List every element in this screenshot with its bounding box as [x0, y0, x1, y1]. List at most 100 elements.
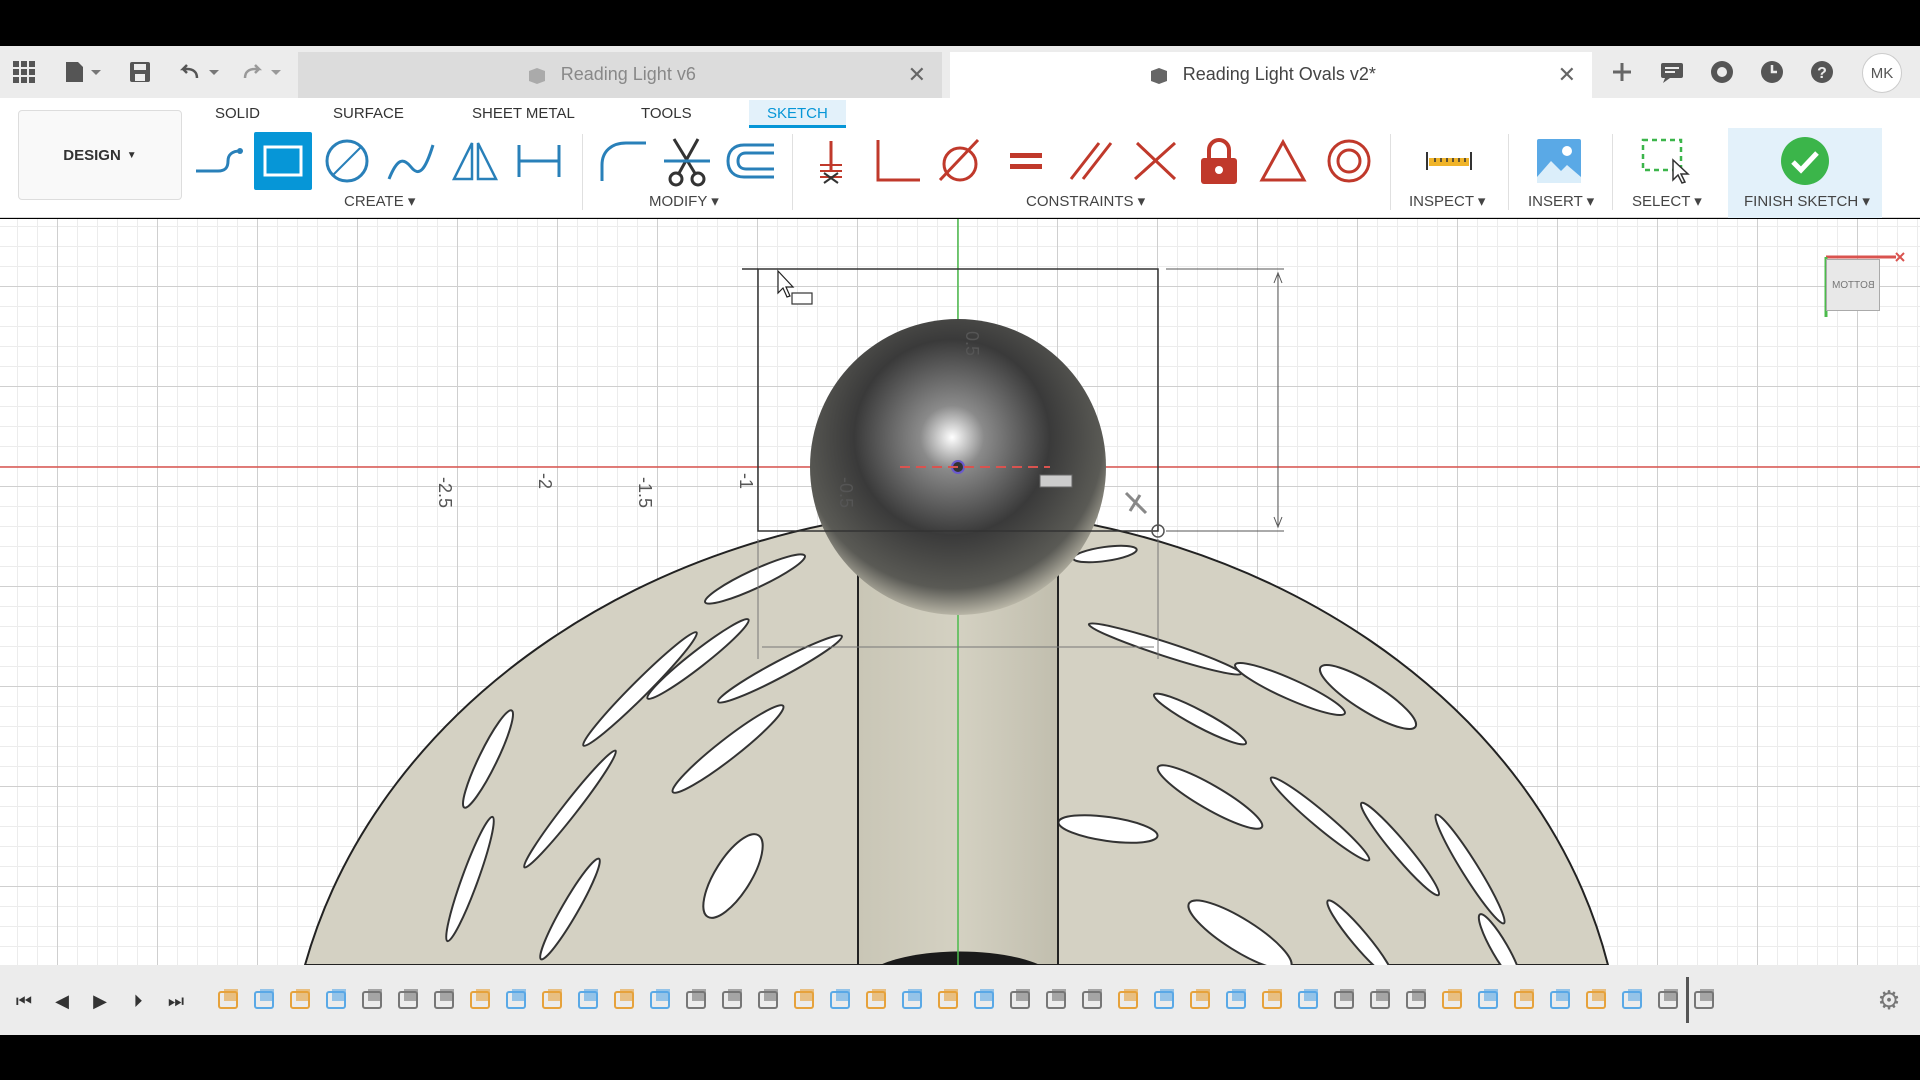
timeline-feature-icon[interactable] [1584, 987, 1610, 1013]
timeline-feature-icon[interactable] [936, 987, 962, 1013]
timeline-feature-icon[interactable] [612, 987, 638, 1013]
timeline-feature-icon[interactable] [1440, 987, 1466, 1013]
document-tab-reading-light-v6[interactable]: Reading Light v6 ✕ [298, 52, 942, 98]
timeline-feature-icon[interactable] [828, 987, 854, 1013]
create-group-label[interactable]: CREATE ▾ [344, 192, 415, 210]
finish-sketch-button[interactable]: FINISH SKETCH ▾ [1728, 128, 1882, 218]
sketch-dimension-icon[interactable] [510, 132, 568, 190]
perpendicular-constraint-icon[interactable] [868, 132, 926, 190]
tab-sheet-metal[interactable]: SHEET METAL [472, 100, 575, 128]
timeline-feature-icon[interactable] [1116, 987, 1142, 1013]
timeline-feature-icon[interactable] [684, 987, 710, 1013]
rectangle-tool-icon[interactable] [254, 132, 312, 190]
timeline-feature-icon[interactable] [1296, 987, 1322, 1013]
new-tab-icon[interactable] [1604, 54, 1640, 90]
redo-icon[interactable] [236, 54, 286, 90]
timeline-feature-icon[interactable] [1512, 987, 1538, 1013]
step-forward-icon[interactable]: ⏵ [124, 987, 152, 1015]
tangent-constraint-icon[interactable] [932, 132, 990, 190]
circle-tool-icon[interactable] [318, 132, 376, 190]
timeline-feature-icon[interactable] [1656, 987, 1682, 1013]
timeline-feature-icon[interactable] [1548, 987, 1574, 1013]
step-back-icon[interactable]: ◀ [48, 987, 76, 1015]
coincident-constraint-icon[interactable] [802, 132, 860, 190]
measure-tool-icon[interactable] [1420, 132, 1478, 190]
symmetry-triangle-icon[interactable] [1254, 132, 1312, 190]
mirror-tool-icon[interactable] [446, 132, 504, 190]
viewcube[interactable]: BOTTOM [1826, 259, 1880, 311]
fillet-tool-icon[interactable] [594, 132, 652, 190]
workspace-dropdown[interactable]: DESIGN ▼ [18, 110, 182, 200]
timeline-feature-icon[interactable] [648, 987, 674, 1013]
timeline-feature-icon[interactable] [1044, 987, 1070, 1013]
concentric-constraint-icon[interactable] [1320, 132, 1378, 190]
timeline-feature-icon[interactable] [540, 987, 566, 1013]
timeline-feature-icon[interactable] [756, 987, 782, 1013]
timeline-feature-icon[interactable] [1224, 987, 1250, 1013]
timeline-feature-icon[interactable] [1080, 987, 1106, 1013]
parallel-constraint-icon[interactable] [1062, 132, 1120, 190]
constraints-group-label[interactable]: CONSTRAINTS ▾ [1026, 192, 1145, 210]
timeline-feature-icon[interactable] [1332, 987, 1358, 1013]
timeline-feature-icon[interactable] [972, 987, 998, 1013]
offset-tool-icon[interactable] [722, 132, 780, 190]
select-group-label[interactable]: SELECT ▾ [1632, 192, 1702, 210]
timeline-feature-icon[interactable] [216, 987, 242, 1013]
line-tool-icon[interactable] [190, 132, 248, 190]
help-icon[interactable]: ? [1804, 54, 1840, 90]
tab-sketch[interactable]: SKETCH [749, 100, 846, 128]
equal-constraint-icon[interactable] [998, 132, 1056, 190]
timeline-feature-icon[interactable] [576, 987, 602, 1013]
sketch-canvas[interactable]: -2.5 -2 -1.5 -1 -0.5 0.5 BOTTOM [0, 219, 1920, 965]
timeline-feature-icon[interactable] [288, 987, 314, 1013]
insert-group-label[interactable]: INSERT ▾ [1528, 192, 1594, 210]
timeline-feature-icon[interactable] [1620, 987, 1646, 1013]
perpendicular-lines-constraint-icon[interactable] [1126, 132, 1184, 190]
clock-icon[interactable] [1754, 54, 1790, 90]
go-to-start-icon[interactable]: ⏮ [10, 987, 38, 1015]
tab-surface[interactable]: SURFACE [333, 100, 404, 128]
inspect-group-label[interactable]: INSPECT ▾ [1409, 192, 1485, 210]
play-icon[interactable]: ▶ [86, 987, 114, 1015]
tab-tools[interactable]: TOOLS [641, 100, 692, 128]
timeline-feature-icon[interactable] [1188, 987, 1214, 1013]
close-tab-icon[interactable]: ✕ [908, 62, 926, 88]
timeline-marker[interactable] [1686, 977, 1689, 1023]
close-tab-icon[interactable]: ✕ [1558, 62, 1576, 88]
save-icon[interactable] [122, 54, 158, 90]
tab-solid[interactable]: SOLID [215, 100, 260, 128]
timeline-feature-icon[interactable] [468, 987, 494, 1013]
undo-icon[interactable] [174, 54, 224, 90]
fix-lock-icon[interactable] [1190, 132, 1248, 190]
timeline-feature-icon[interactable] [396, 987, 422, 1013]
insert-image-icon[interactable] [1530, 132, 1588, 190]
select-tool-icon[interactable] [1636, 132, 1694, 190]
timeline-feature-icon[interactable] [504, 987, 530, 1013]
timeline-feature-icon[interactable] [1368, 987, 1394, 1013]
timeline-feature-icon[interactable] [1152, 987, 1178, 1013]
file-menu-icon[interactable] [58, 54, 108, 90]
trim-tool-icon[interactable] [658, 132, 716, 190]
app-grid-icon[interactable] [6, 54, 42, 90]
timeline-feature-icon[interactable] [1260, 987, 1286, 1013]
spline-tool-icon[interactable] [382, 132, 440, 190]
document-tab-reading-light-ovals-v2[interactable]: Reading Light Ovals v2* ✕ [950, 52, 1592, 98]
timeline-feature-icon[interactable] [360, 987, 386, 1013]
modify-group-label[interactable]: MODIFY ▾ [649, 192, 719, 210]
timeline-feature-icon[interactable] [792, 987, 818, 1013]
timeline-feature-icon[interactable] [1404, 987, 1430, 1013]
timeline-feature-icon[interactable] [900, 987, 926, 1013]
user-avatar[interactable]: MK [1862, 53, 1902, 93]
timeline-feature-icon[interactable] [324, 987, 350, 1013]
timeline-feature-icon[interactable] [1692, 987, 1718, 1013]
timeline-feature-icon[interactable] [432, 987, 458, 1013]
timeline-feature-icon[interactable] [864, 987, 890, 1013]
timeline-feature-icon[interactable] [1476, 987, 1502, 1013]
timeline-feature-icon[interactable] [252, 987, 278, 1013]
timeline-settings-gear-icon[interactable]: ⚙ [1874, 985, 1904, 1015]
chat-icon[interactable] [1654, 54, 1690, 90]
go-to-end-icon[interactable]: ⏭ [162, 987, 190, 1015]
timeline-feature-icon[interactable] [1008, 987, 1034, 1013]
timeline-feature-icon[interactable] [720, 987, 746, 1013]
job-status-icon[interactable] [1704, 54, 1740, 90]
